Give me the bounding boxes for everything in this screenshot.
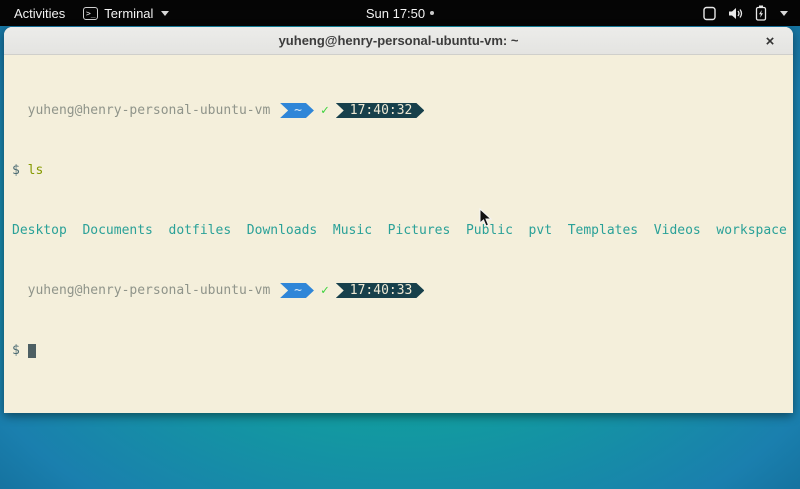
prompt-directory-segment: ~ xyxy=(280,103,314,118)
prompt-symbol: $ xyxy=(12,343,28,358)
chevron-down-icon xyxy=(780,11,788,16)
terminal-content[interactable]: yuheng@henry-personal-ubuntu-vm ~ ✓ 17:4… xyxy=(4,55,793,412)
directory-list: Desktop Documents dotfiles Downloads Mus… xyxy=(12,223,787,238)
notification-dot-icon xyxy=(430,11,434,15)
command-text: ls xyxy=(28,163,44,178)
window-title: yuheng@henry-personal-ubuntu-vm: ~ xyxy=(279,33,519,48)
command-line: $ ls xyxy=(12,163,787,178)
text-cursor xyxy=(28,344,36,358)
screen-icon xyxy=(702,6,717,21)
clock-button[interactable]: Sun 17:50 xyxy=(366,6,425,21)
check-icon: ✓ xyxy=(314,103,334,118)
activities-button[interactable]: Activities xyxy=(10,4,69,23)
ls-output-line: Desktop Documents dotfiles Downloads Mus… xyxy=(12,223,787,238)
top-bar: Activities >_ Terminal Sun 17:50 xyxy=(0,0,800,26)
terminal-window: yuheng@henry-personal-ubuntu-vm: ~ × yuh… xyxy=(4,27,793,413)
terminal-icon: >_ xyxy=(83,7,98,20)
prompt-line: yuheng@henry-personal-ubuntu-vm ~ ✓ 17:4… xyxy=(12,103,787,118)
volume-icon xyxy=(728,6,744,21)
prompt-time-segment: 17:40:33 xyxy=(336,283,425,298)
prompt-time-segment: 17:40:32 xyxy=(336,103,425,118)
prompt-directory-segment: ~ xyxy=(280,283,314,298)
topbar-left: Activities >_ Terminal xyxy=(0,4,169,23)
check-icon: ✓ xyxy=(314,283,334,298)
prompt-symbol: $ xyxy=(12,163,28,178)
prompt-host: yuheng@henry-personal-ubuntu-vm xyxy=(12,283,278,298)
command-line: $ xyxy=(12,343,787,358)
battery-charging-icon xyxy=(755,5,767,21)
app-menu-terminal[interactable]: >_ Terminal xyxy=(83,6,169,21)
close-button[interactable]: × xyxy=(759,30,781,52)
window-titlebar[interactable]: yuheng@henry-personal-ubuntu-vm: ~ × xyxy=(4,27,793,55)
system-status-area[interactable] xyxy=(702,5,800,21)
chevron-down-icon xyxy=(161,11,169,16)
prompt-line: yuheng@henry-personal-ubuntu-vm ~ ✓ 17:4… xyxy=(12,283,787,298)
prompt-host: yuheng@henry-personal-ubuntu-vm xyxy=(12,103,278,118)
app-menu-label: Terminal xyxy=(104,6,153,21)
